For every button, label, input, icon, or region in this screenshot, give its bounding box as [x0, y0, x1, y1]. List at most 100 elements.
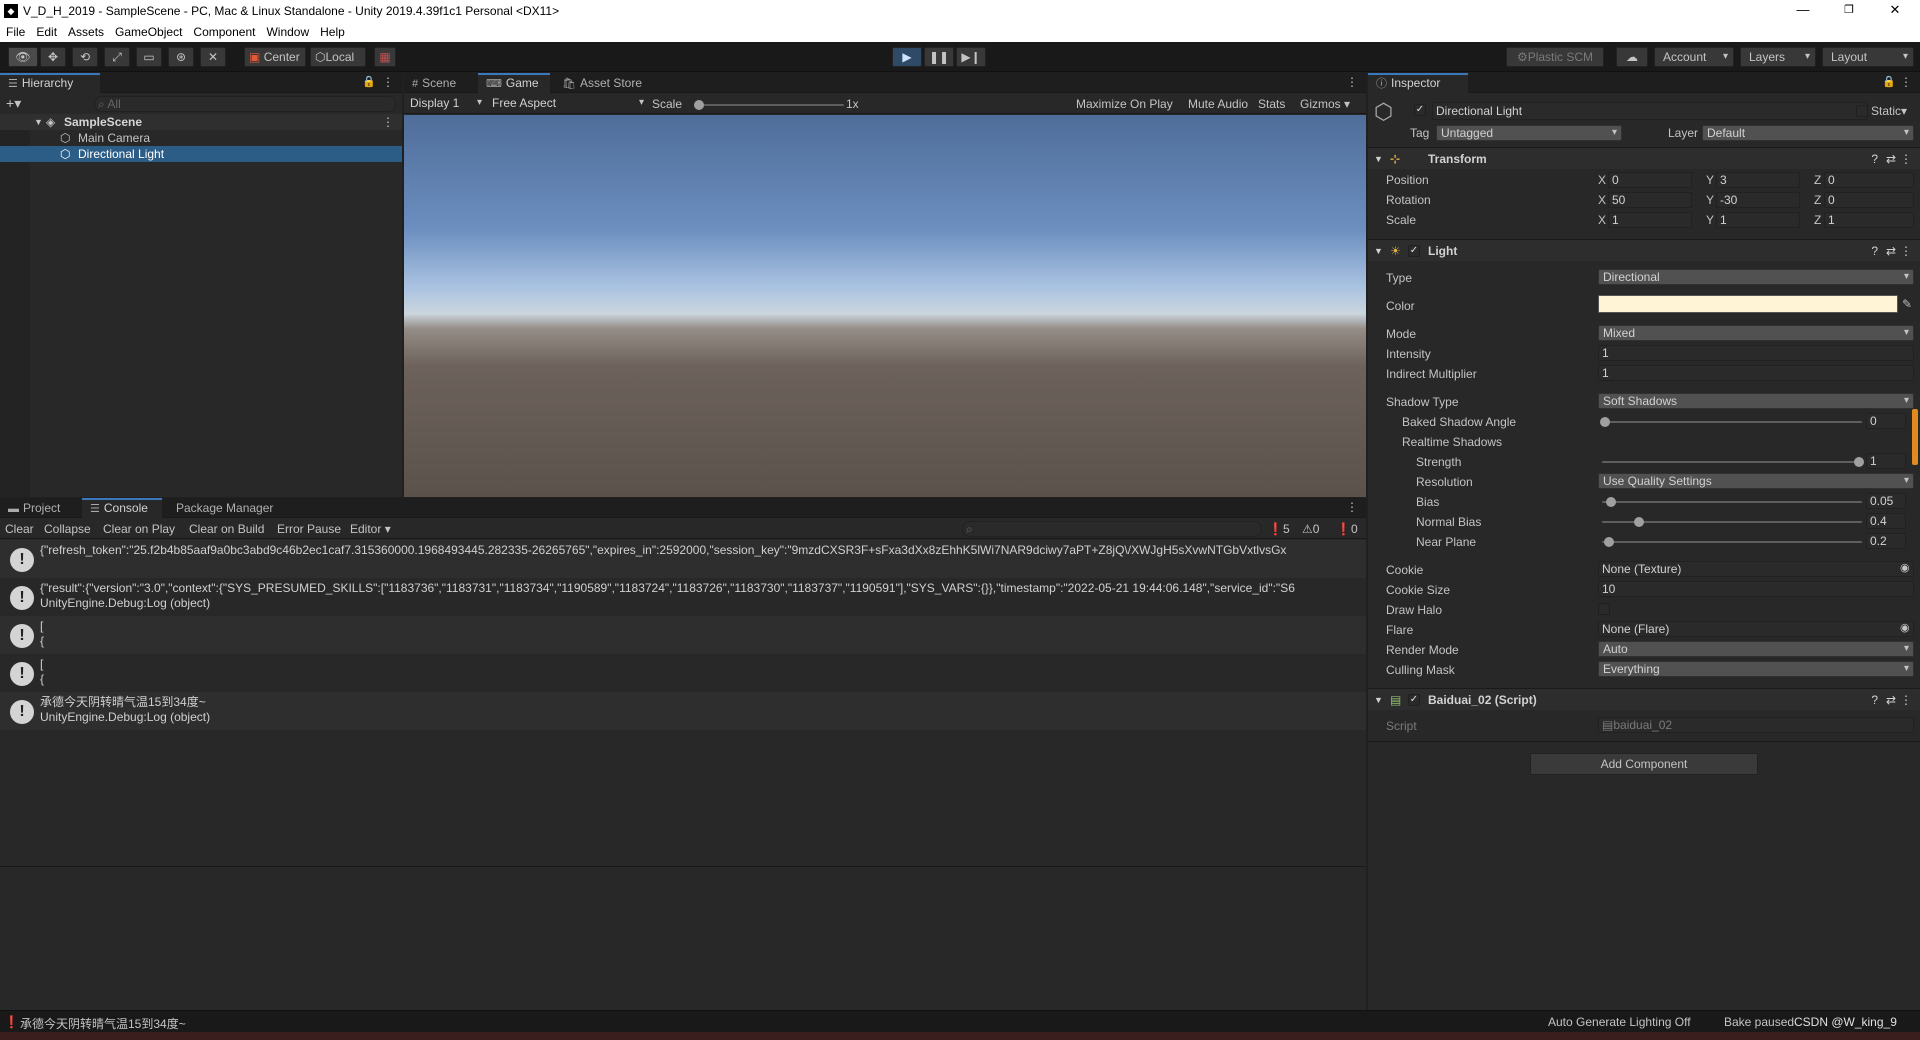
- bias-field[interactable]: 0.05: [1866, 493, 1906, 509]
- strength-slider[interactable]: [1602, 457, 1864, 467]
- scrollbar-thumb[interactable]: [1912, 409, 1918, 465]
- maximize-on-play-toggle[interactable]: Maximize On Play: [1076, 97, 1173, 111]
- tab-hierarchy[interactable]: ☰ Hierarchy: [0, 73, 100, 93]
- tab-project[interactable]: ▬ Project: [0, 498, 80, 518]
- cloud-icon[interactable]: ☁: [1616, 47, 1648, 67]
- active-checkbox[interactable]: ✓: [1414, 104, 1426, 116]
- transform-header[interactable]: ▼ ⊹ Transform ? ⇄ ⋮: [1368, 147, 1920, 169]
- add-component-button[interactable]: Add Component: [1530, 753, 1758, 775]
- custom-tool-icon[interactable]: ✕: [200, 47, 226, 67]
- tab-console[interactable]: ☰ Console: [82, 498, 162, 518]
- console-log-row[interactable]: ! [ {: [0, 616, 1366, 654]
- flare-field[interactable]: None (Flare): [1598, 621, 1914, 637]
- slider-knob[interactable]: [1604, 537, 1614, 547]
- panel-menu-icon[interactable]: ⋮: [1346, 500, 1358, 514]
- display-dropdown[interactable]: Display 1: [406, 96, 486, 112]
- pivot-local-button[interactable]: ⬡Local: [310, 47, 366, 67]
- menu-assets[interactable]: Assets: [62, 22, 109, 39]
- grid-snap-icon[interactable]: ▦: [374, 47, 396, 67]
- console-log-row[interactable]: ! [ {: [0, 654, 1366, 692]
- step-button[interactable]: ▶❙: [956, 47, 986, 67]
- console-log-row[interactable]: ! {"refresh_token":"25.f2b4b85aaf9a0bc3ab…: [0, 540, 1366, 578]
- play-button[interactable]: ▶: [892, 47, 922, 67]
- script-header[interactable]: ▼ ▤ ✓ Baiduai_02 (Script) ? ⇄ ⋮: [1368, 688, 1920, 710]
- position-x-field[interactable]: 0: [1608, 172, 1692, 188]
- strength-field[interactable]: 1: [1866, 453, 1906, 469]
- minimize-button[interactable]: —: [1780, 0, 1826, 22]
- log-count-toggle[interactable]: ❗5: [1268, 522, 1290, 536]
- mute-audio-toggle[interactable]: Mute Audio: [1188, 97, 1248, 111]
- scale-slider-knob[interactable]: [694, 100, 704, 110]
- gizmos-dropdown[interactable]: Gizmos ▾: [1300, 97, 1350, 111]
- lock-icon[interactable]: 🔒: [1882, 75, 1896, 88]
- tab-asset-store[interactable]: 🛍 Asset Store: [554, 73, 654, 93]
- panel-menu-icon[interactable]: ⋮: [382, 75, 394, 89]
- scale-y-field[interactable]: 1: [1716, 212, 1800, 228]
- panel-menu-icon[interactable]: ⋮: [1346, 75, 1358, 89]
- layer-dropdown[interactable]: Default: [1702, 125, 1914, 141]
- normal-bias-field[interactable]: 0.4: [1866, 513, 1906, 529]
- hand-tool-icon[interactable]: 👁: [8, 47, 38, 67]
- console-log-row[interactable]: ! {"result":{"version":"3.0","context":{"…: [0, 578, 1366, 616]
- object-picker-icon[interactable]: ◉: [1900, 561, 1910, 574]
- culling-mask-dropdown[interactable]: Everything: [1598, 661, 1914, 677]
- layout-dropdown[interactable]: Layout: [1822, 47, 1914, 67]
- clear-button[interactable]: Clear: [5, 519, 34, 539]
- menu-edit[interactable]: Edit: [30, 22, 62, 39]
- console-search-input[interactable]: ⌕: [962, 521, 1262, 537]
- light-color-swatch[interactable]: [1598, 295, 1898, 313]
- add-dropdown[interactable]: +▾: [6, 95, 21, 112]
- intensity-field[interactable]: 1: [1598, 345, 1914, 361]
- move-tool-icon[interactable]: ✥: [40, 47, 66, 67]
- clear-on-build-toggle[interactable]: Clear on Build: [189, 519, 264, 539]
- scene-row[interactable]: ▼ ◈ SampleScene ⋮: [0, 114, 402, 130]
- slider-knob[interactable]: [1600, 417, 1610, 427]
- hierarchy-item-directional-light[interactable]: ⬡ Directional Light: [0, 146, 402, 162]
- rotation-z-field[interactable]: 0: [1824, 192, 1914, 208]
- eyedropper-icon[interactable]: ✎: [1902, 297, 1912, 311]
- lock-icon[interactable]: 🔒: [362, 75, 376, 88]
- position-y-field[interactable]: 3: [1716, 172, 1800, 188]
- pivot-center-button[interactable]: ▣ Center: [244, 47, 306, 67]
- indirect-multiplier-field[interactable]: 1: [1598, 365, 1914, 381]
- shadow-type-dropdown[interactable]: Soft Shadows: [1598, 393, 1914, 409]
- presets-icon[interactable]: ⇄: [1886, 240, 1896, 262]
- foldout-arrow-icon[interactable]: ▼: [1374, 240, 1383, 262]
- game-viewport[interactable]: [404, 115, 1366, 497]
- menu-window[interactable]: Window: [260, 22, 314, 39]
- menu-gameobject[interactable]: GameObject: [109, 22, 187, 39]
- scale-x-field[interactable]: 1: [1608, 212, 1692, 228]
- menu-component[interactable]: Component: [187, 22, 260, 39]
- rotate-tool-icon[interactable]: ⟲: [72, 47, 98, 67]
- tab-package-manager[interactable]: Package Manager: [168, 498, 288, 518]
- light-enabled-checkbox[interactable]: ✓: [1408, 245, 1420, 257]
- component-menu-icon[interactable]: ⋮: [1900, 148, 1912, 170]
- tag-dropdown[interactable]: Untagged: [1436, 125, 1622, 141]
- expand-arrow-icon[interactable]: ▼: [34, 114, 43, 130]
- error-pause-toggle[interactable]: Error Pause: [277, 519, 341, 539]
- light-mode-dropdown[interactable]: Mixed: [1598, 325, 1914, 341]
- tab-game[interactable]: ⌨ Game: [478, 73, 550, 93]
- transform-tool-icon[interactable]: ⊛: [168, 47, 194, 67]
- component-menu-icon[interactable]: ⋮: [1900, 689, 1912, 711]
- normal-bias-slider[interactable]: [1602, 517, 1862, 527]
- foldout-arrow-icon[interactable]: ▼: [1374, 689, 1383, 711]
- help-icon[interactable]: ?: [1871, 689, 1878, 711]
- tab-inspector[interactable]: ⓘ Inspector: [1368, 73, 1468, 93]
- rect-tool-icon[interactable]: ▭: [136, 47, 162, 67]
- near-plane-slider[interactable]: [1602, 537, 1862, 547]
- scale-tool-icon[interactable]: ⤢: [104, 47, 130, 67]
- hierarchy-item-main-camera[interactable]: ⬡ Main Camera: [0, 130, 402, 146]
- hierarchy-search-input[interactable]: ⌕ All: [94, 96, 396, 112]
- shadow-resolution-dropdown[interactable]: Use Quality Settings: [1598, 473, 1914, 489]
- slider-knob[interactable]: [1854, 457, 1864, 467]
- editor-dropdown[interactable]: Editor ▾: [350, 519, 391, 539]
- rotation-y-field[interactable]: -30: [1716, 192, 1800, 208]
- object-name-input[interactable]: Directional Light: [1432, 102, 1868, 120]
- aspect-dropdown[interactable]: Free Aspect: [488, 96, 648, 112]
- scale-slider[interactable]: [694, 100, 844, 110]
- cookie-field[interactable]: None (Texture): [1598, 561, 1914, 577]
- slider-knob[interactable]: [1606, 497, 1616, 507]
- console-detail-pane[interactable]: [0, 866, 1366, 1010]
- collapse-toggle[interactable]: Collapse: [44, 519, 91, 539]
